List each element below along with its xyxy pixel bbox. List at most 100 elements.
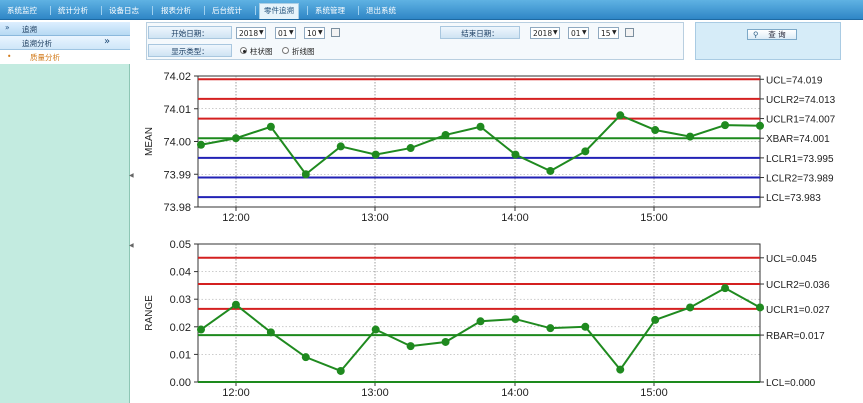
data-point [197,325,205,334]
x-tick-label: 12:00 [222,212,250,224]
nav-item-statistics[interactable]: 统计分析 [54,4,92,17]
data-point [371,325,380,334]
radio-line-chart-label: 折线图 [292,47,315,56]
y-tick-label: 0.04 [170,267,191,279]
x-tick-label: 14:00 [501,212,529,224]
radio-bar-chart[interactable] [240,47,247,54]
data-point [231,300,240,309]
display-type-label: 显示类型： [148,44,232,57]
sidebar-section-traceability-analysis[interactable]: 追溯分析 » [0,36,130,50]
nav-separator [50,6,51,15]
control-limit-label: UCLR2=0.036 [766,280,830,291]
end-day-select[interactable]: 15 ▼ [598,27,619,39]
nav-item-backend-stats[interactable]: 后台统计 [208,4,246,17]
control-limit-label: LCL=0.000 [766,378,816,389]
calendar-icon[interactable] [625,28,634,37]
nav-separator [152,6,153,15]
data-point [441,130,450,139]
top-navigation: 系统监控 统计分析 设备日志 报表分析 后台统计 零件追溯 系统管理 退出系统 [0,0,863,20]
search-icon: ⚲ [753,30,759,39]
data-point [686,132,695,141]
sidebar-header[interactable]: » 追溯 [0,22,130,36]
nav-item-system-management[interactable]: 系统管理 [311,4,349,17]
control-limit-label: UCLR2=74.013 [766,95,836,106]
x-tick-label: 12:00 [222,387,250,399]
data-point [441,337,450,346]
data-point [231,134,240,143]
y-tick-label: 73.98 [163,202,191,214]
data-point [616,365,625,374]
nav-separator [101,6,102,15]
data-point [651,126,660,135]
x-tick-label: 15:00 [640,212,668,224]
sidebar-section-label: 追溯分析 [22,39,52,48]
control-limit-label: LCL=73.983 [766,193,821,204]
start-month-select[interactable]: 01 ▼ [275,27,296,39]
data-point [266,122,275,131]
query-button-label: 查 询 [768,30,786,39]
query-button[interactable]: ⚲ 查 询 [747,29,797,40]
data-point [371,150,380,159]
chevron-down-icon: ▼ [582,29,587,36]
data-point [197,140,205,149]
chevron-down-icon: ▼ [289,29,294,36]
chart-area: 12:00 13:00 14:00 15:00 73.98 73.99 74.00 74.01… [134,62,863,403]
data-point [406,144,415,153]
control-limit-label: XBAR=74.001 [766,134,830,145]
data-point [266,328,275,337]
x-tick-label: 15:00 [640,387,668,399]
y-tick-label: 0.00 [170,377,191,389]
start-day-select[interactable]: 10 ▼ [304,27,325,39]
control-limit-label: UCL=0.045 [766,254,817,265]
end-month-select[interactable]: 01 ▼ [568,27,589,39]
control-limit-label: LCLR2=73.989 [766,174,834,185]
start-year-select[interactable]: 2018 ▼ [236,27,266,39]
control-limit-label: RBAR=0.017 [766,331,825,342]
data-point [406,342,415,351]
y-tick-label: 0.03 [170,294,191,306]
spc-charts: 12:00 13:00 14:00 15:00 73.98 73.99 74.00 74.01… [144,71,836,399]
nav-separator [255,6,256,15]
end-year-select[interactable]: 2018 ▼ [530,27,560,39]
y-tick-label: 0.01 [170,349,191,361]
double-chevron-right-icon: » [5,23,10,32]
chevron-down-icon: ▼ [612,29,617,36]
data-point [336,142,345,151]
nav-item-report-analysis[interactable]: 报表分析 [157,4,195,17]
data-point [756,303,764,312]
data-point [546,166,555,175]
nav-item-system-monitor[interactable]: 系统监控 [3,4,41,17]
sidebar-item-quality-analysis[interactable]: • 质量分析 [0,50,130,64]
data-point [616,111,625,120]
data-point [301,170,310,179]
control-limit-label: UCLR1=0.027 [766,305,830,316]
data-point [721,121,730,130]
nav-item-device-log[interactable]: 设备日志 [105,4,143,17]
y-tick-label: 74.02 [163,71,191,83]
data-point [301,353,310,362]
radio-line-chart[interactable] [282,47,289,54]
data-point [721,284,730,293]
data-point [651,315,660,324]
data-point [476,317,485,326]
sidebar: » 追溯 追溯分析 » • 质量分析 [0,22,130,403]
nav-item-logout[interactable]: 退出系统 [362,4,400,17]
data-point [756,121,764,130]
chevron-down-icon: ▼ [553,29,558,36]
control-limit-label: UCLR1=74.007 [766,115,836,126]
chevron-down-icon: ▼ [318,29,323,36]
data-point [581,322,590,331]
calendar-icon[interactable] [331,28,340,37]
control-limit-label: LCLR1=73.995 [766,154,834,165]
bullet-icon: • [7,52,12,61]
data-point [686,303,695,312]
nav-item-part-traceability[interactable]: 零件追溯 [259,3,299,19]
filter-panel: 开始日期： 2018 ▼ 01 ▼ 10 ▼ 结束日期： 2018 ▼ 01 ▼… [146,22,684,60]
y-tick-label: 0.02 [170,322,191,334]
query-panel [695,22,841,60]
end-date-label: 结束日期： [440,26,520,39]
y-tick-label: 73.99 [163,169,191,181]
data-point [476,122,485,131]
double-chevron-right-icon: » [104,36,111,47]
chevron-down-icon: ▼ [259,29,264,36]
